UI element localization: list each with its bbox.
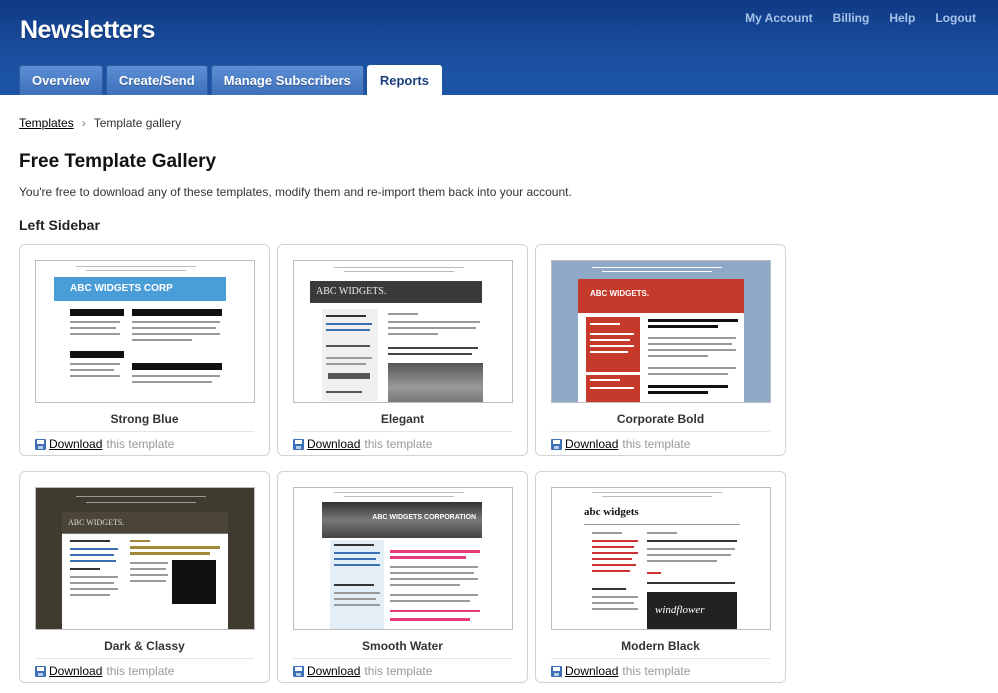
download-link[interactable]: Download: [49, 664, 102, 678]
disk-icon: [293, 438, 304, 450]
download-row: Download this template: [35, 437, 174, 451]
thumbnail-title: ABC WIDGETS CORP: [70, 283, 173, 294]
billing-link[interactable]: Billing: [833, 11, 870, 25]
thumbnail-banner: ABC WIDGETS CORP: [54, 277, 226, 301]
card-divider: [35, 658, 254, 659]
thumbnail-banner: ABC WIDGETS.: [310, 281, 482, 303]
disk-icon: [551, 438, 562, 450]
template-name: Dark & Classy: [104, 639, 185, 653]
main-tabs: Overview Create/Send Manage Subscribers …: [19, 65, 442, 95]
download-link[interactable]: Download: [49, 437, 102, 451]
tab-create-send[interactable]: Create/Send: [105, 65, 208, 95]
download-suffix: this template: [364, 664, 433, 678]
tab-overview[interactable]: Overview: [19, 65, 103, 95]
download-row: Download this template: [35, 664, 174, 678]
help-link[interactable]: Help: [889, 11, 915, 25]
download-link[interactable]: Download: [307, 664, 360, 678]
logout-link[interactable]: Logout: [935, 11, 976, 25]
template-name: Elegant: [380, 412, 425, 426]
tab-reports[interactable]: Reports: [366, 65, 442, 95]
template-card-corporate-bold: ABC WIDGETS. Corporate Bold Download thi…: [535, 244, 786, 456]
template-card-dark-classy: ABC WIDGETS. Dark & Classy Download this…: [19, 471, 270, 683]
page-description: You're free to download any of these tem…: [19, 185, 572, 199]
tab-manage-subscribers[interactable]: Manage Subscribers: [210, 65, 364, 95]
thumbnail-banner: ABC WIDGETS CORPORATION: [322, 502, 482, 538]
template-card-strong-blue: ABC WIDGETS CORP Strong Blue Download th…: [19, 244, 270, 456]
card-divider: [551, 658, 770, 659]
account-nav: My Account Billing Help Logout: [745, 11, 976, 25]
download-row: Download this template: [551, 437, 690, 451]
template-name: Strong Blue: [110, 412, 179, 426]
disk-icon: [293, 665, 304, 677]
download-suffix: this template: [364, 437, 433, 451]
template-thumbnail-modern-black[interactable]: abc widgets windflower: [551, 487, 771, 630]
my-account-link[interactable]: My Account: [745, 11, 813, 25]
download-suffix: this template: [622, 437, 691, 451]
template-name: Modern Black: [621, 639, 700, 653]
download-link[interactable]: Download: [307, 437, 360, 451]
template-card-modern-black: abc widgets windflower Modern Black Down…: [535, 471, 786, 683]
download-row: Download this template: [293, 437, 432, 451]
template-name: Corporate Bold: [616, 412, 705, 426]
app-header: Newsletters My Account Billing Help Logo…: [0, 0, 998, 95]
disk-icon: [551, 665, 562, 677]
thumbnail-banner: ABC WIDGETS.: [62, 512, 228, 534]
template-thumbnail-elegant[interactable]: ABC WIDGETS.: [293, 260, 513, 403]
disk-icon: [35, 665, 46, 677]
template-thumbnail-corporate-bold[interactable]: ABC WIDGETS.: [551, 260, 771, 403]
card-divider: [551, 431, 770, 432]
download-link[interactable]: Download: [565, 664, 618, 678]
download-link[interactable]: Download: [565, 437, 618, 451]
template-thumbnail-dark-classy[interactable]: ABC WIDGETS.: [35, 487, 255, 630]
thumbnail-banner: ABC WIDGETS.: [578, 279, 744, 313]
thumbnail-title: ABC WIDGETS CORPORATION: [372, 514, 476, 521]
page-title: Free Template Gallery: [19, 151, 217, 172]
thumbnail-title: ABC WIDGETS.: [590, 289, 650, 298]
download-suffix: this template: [622, 664, 691, 678]
section-title-left-sidebar: Left Sidebar: [19, 217, 100, 233]
disk-icon: [35, 438, 46, 450]
breadcrumb-separator: ›: [81, 116, 86, 130]
thumbnail-photo-text: windflower: [655, 604, 705, 616]
download-row: Download this template: [551, 664, 690, 678]
card-divider: [35, 431, 254, 432]
card-divider: [293, 431, 512, 432]
breadcrumb-templates-link[interactable]: Templates: [19, 116, 74, 130]
template-card-elegant: ABC WIDGETS. Elegant Download this templ…: [277, 244, 528, 456]
card-divider: [293, 658, 512, 659]
app-title: Newsletters: [20, 16, 155, 44]
thumbnail-title: abc widgets: [584, 506, 639, 518]
breadcrumb-current: Template gallery: [93, 116, 182, 130]
template-card-smooth-water: ABC WIDGETS CORPORATION Smooth Water Dow…: [277, 471, 528, 683]
download-suffix: this template: [106, 664, 175, 678]
template-thumbnail-smooth-water[interactable]: ABC WIDGETS CORPORATION: [293, 487, 513, 630]
thumbnail-title: ABC WIDGETS.: [68, 518, 125, 527]
breadcrumb: Templates › Template gallery: [19, 116, 181, 130]
download-suffix: this template: [106, 437, 175, 451]
template-thumbnail-strong-blue[interactable]: ABC WIDGETS CORP: [35, 260, 255, 403]
download-row: Download this template: [293, 664, 432, 678]
thumbnail-title: ABC WIDGETS.: [316, 286, 387, 297]
template-name: Smooth Water: [362, 639, 443, 653]
